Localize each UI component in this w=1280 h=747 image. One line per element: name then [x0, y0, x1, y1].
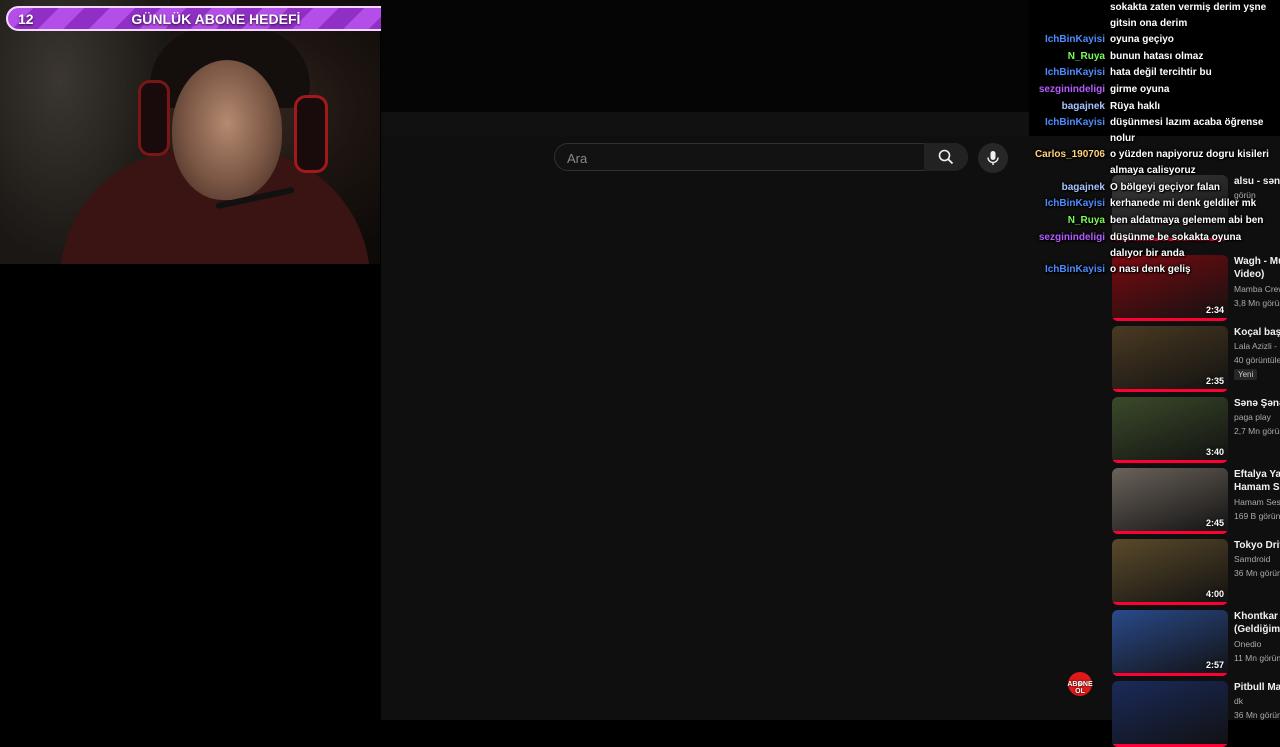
- watch-progress-bar: [1112, 673, 1228, 676]
- view-count: 3,8 Mn görün: [1234, 298, 1280, 308]
- view-count: 2,7 Mn görün: [1234, 426, 1280, 436]
- chat-username: IchBinKayisi: [1044, 67, 1105, 78]
- video-title-line: Koçal başı: [1234, 327, 1280, 338]
- microphone-icon: [987, 151, 999, 165]
- recommended-video[interactable]: 4:00 Tokyo Drift Samdroid 36 Mn görün: [1112, 539, 1280, 605]
- video-thumbnail[interactable]: 4:00: [1112, 539, 1228, 605]
- webcam-feed: [0, 0, 380, 264]
- channel-name[interactable]: Onedio: [1234, 639, 1280, 649]
- video-title-line: Khontkar -: [1234, 611, 1280, 622]
- youtube-top-area: [381, 0, 1029, 112]
- video-duration: 2:34: [1205, 305, 1224, 315]
- chat-username: IchBinKayisi: [1044, 34, 1105, 45]
- search-button[interactable]: [924, 143, 968, 171]
- video-title[interactable]: Khontkar - (Geldiğim: [1234, 610, 1280, 636]
- watch-progress-bar: [1112, 531, 1228, 534]
- voice-search-button[interactable]: [978, 143, 1008, 173]
- channel-name[interactable]: Lala Azizli -: [1234, 341, 1280, 351]
- video-title[interactable]: Tokyo Drift: [1234, 539, 1280, 552]
- video-duration: 2:35: [1205, 376, 1224, 386]
- video-thumbnail[interactable]: 3:40: [1112, 397, 1228, 463]
- video-title[interactable]: Sənə Şənə: [1234, 397, 1280, 410]
- view-count: 36 Mn görün: [1234, 568, 1280, 578]
- subscribe-label-2: OL: [1075, 688, 1085, 695]
- channel-name[interactable]: paga play: [1234, 412, 1280, 422]
- chat-username: IchBinKayisi: [1044, 117, 1105, 128]
- chat-text: oyuna geçiyo: [1110, 34, 1174, 45]
- search-box[interactable]: [554, 143, 968, 171]
- subscriber-goal-bar: 12 GÜNLÜK ABONE HEDEFİ 1: [6, 6, 418, 31]
- video-duration: 2:57: [1205, 660, 1224, 670]
- view-count: 40 görüntüle: [1234, 355, 1280, 365]
- chat-text: düşünme be sokakta oyuna dalıyor bir and…: [1110, 232, 1242, 259]
- watch-progress-bar: [1112, 602, 1228, 605]
- chat-username: Carlos_190706: [1034, 149, 1105, 160]
- view-count: 36 Mn görün: [1234, 710, 1280, 720]
- recommended-video[interactable]: 2:45 Eftalya Yağ Hamam Sa Hamam Ses 169 B gö…: [1112, 468, 1280, 534]
- chat-text: o nası denk geliş: [1110, 264, 1191, 275]
- chat-text: o yüzden napiyoruz dogru kisileri almaya…: [1110, 149, 1269, 176]
- chat-text: düşünmesi lazım acaba öğrense nolur: [1110, 117, 1264, 144]
- chat-text: O bölgeyi geçiyor falan: [1110, 182, 1221, 193]
- video-duration: 2:45: [1205, 518, 1224, 528]
- video-thumbnail[interactable]: 2:57: [1112, 610, 1228, 676]
- channel-name[interactable]: dk: [1234, 696, 1280, 706]
- search-icon: [938, 149, 954, 165]
- video-duration: 4:00: [1205, 589, 1224, 599]
- chat-text: kerhanede mi denk geldiler mk: [1110, 198, 1257, 209]
- view-count: 169 B görün: [1234, 511, 1280, 521]
- goal-label: GÜNLÜK ABONE HEDEFİ: [131, 10, 301, 27]
- recommended-video[interactable]: 2:57 Khontkar - (Geldiğim Onedio 11 Mn görü…: [1112, 610, 1280, 676]
- channel-name[interactable]: Hamam Ses: [1234, 497, 1280, 507]
- video-thumbnail[interactable]: [1112, 681, 1228, 747]
- video-title-line: Hamam Sa: [1234, 482, 1280, 493]
- channel-name[interactable]: Samdroid: [1234, 554, 1280, 564]
- watch-progress-bar: [1112, 318, 1228, 321]
- video-title-line: Eftalya Yağ: [1234, 469, 1280, 480]
- video-title[interactable]: Koçal başı: [1234, 326, 1280, 339]
- video-thumbnail[interactable]: 2:35: [1112, 326, 1228, 392]
- chat-username: N_Ruya: [1067, 215, 1105, 226]
- video-title-line: Sənə Şənə: [1234, 398, 1280, 409]
- subscribe-label-1: ABONE: [1067, 681, 1093, 688]
- chat-username: IchBinKayisi: [1044, 198, 1105, 209]
- video-title-line: Pitbull Ma: [1234, 682, 1280, 693]
- chat-text: ben aldatmaya gelemem abi ben: [1110, 215, 1264, 226]
- video-thumbnail[interactable]: 2:45: [1112, 468, 1228, 534]
- chat-username: sezginindeligi: [1038, 84, 1105, 95]
- search-input[interactable]: [565, 148, 919, 168]
- youtube-header-strip: [381, 112, 1029, 136]
- video-title-line: (Geldiğim: [1234, 624, 1280, 635]
- chat-username: sezginindeligi: [1038, 232, 1105, 243]
- view-count: 11 Mn görün: [1234, 653, 1280, 663]
- video-title-line: Tokyo Drift: [1234, 540, 1280, 551]
- chat-text: hata değil tercihtir bu: [1110, 67, 1212, 78]
- recommended-video[interactable]: Pitbull Ma dk 36 Mn görün: [1112, 681, 1280, 747]
- new-badge: Yeni: [1234, 369, 1258, 380]
- recommended-video[interactable]: 2:35 Koçal başı Lala Azizli - 40 görüntüle…: [1112, 326, 1280, 392]
- chat-text: bunun hatası olmaz: [1110, 51, 1204, 62]
- video-duration: 3:40: [1205, 447, 1224, 457]
- channel-name[interactable]: Mamba Crew: [1234, 284, 1280, 294]
- video-title[interactable]: Eftalya Yağ Hamam Sa: [1234, 468, 1280, 494]
- chat-text: Rüya haklı: [1110, 101, 1161, 112]
- chat-username: N_Ruya: [1067, 51, 1105, 62]
- recommended-video[interactable]: 3:40 Sənə Şənə paga play 2,7 Mn görün: [1112, 397, 1280, 463]
- watch-progress-bar: [1112, 389, 1228, 392]
- chat-text: girme oyuna: [1110, 84, 1170, 95]
- chat-username: IchBinKayisi: [1044, 264, 1105, 275]
- goal-current: 12: [18, 10, 34, 27]
- watch-progress-bar: [1112, 460, 1228, 463]
- video-title[interactable]: Pitbull Ma: [1234, 681, 1280, 694]
- chat-username: bagajnek: [1061, 182, 1105, 193]
- chat-username: bagajnek: [1061, 101, 1105, 112]
- chat-text: sokakta zaten vermiş derim yşne gitsin o…: [1110, 2, 1267, 29]
- subscribe-overlay: ABONE OL: [1066, 672, 1094, 702]
